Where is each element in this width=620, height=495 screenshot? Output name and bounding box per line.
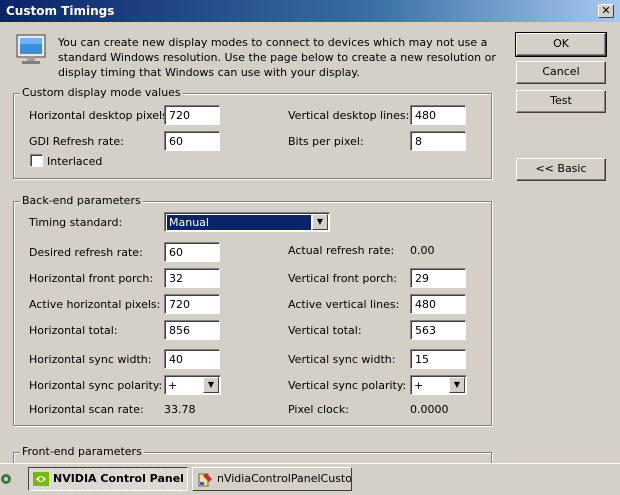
taskbar-item-label: nVidiaControlPanelCusto... — [217, 472, 352, 485]
timing-standard-select[interactable]: Manual ▼ — [164, 212, 330, 232]
h-total-label: Horizontal total: — [29, 324, 118, 337]
custom-timings-dialog: Custom Timings ✕ You can create new disp… — [0, 0, 620, 463]
window-title: Custom Timings — [6, 4, 115, 18]
gdi-refresh-input[interactable]: 60 — [164, 131, 220, 151]
pixel-clock-label: Pixel clock: — [288, 403, 349, 416]
desired-refresh-label: Desired refresh rate: — [29, 246, 143, 259]
h-desktop-pixels-input[interactable]: 720 — [164, 105, 220, 125]
close-icon: ✕ — [601, 4, 611, 17]
actual-refresh-value: 0.00 — [410, 244, 435, 257]
h-desktop-pixels-label: Horizontal desktop pixels: — [29, 109, 172, 122]
h-scan-rate-label: Horizontal scan rate: — [29, 403, 144, 416]
v-total-input[interactable]: 563 — [410, 320, 466, 340]
chevron-down-icon[interactable]: ▼ — [203, 377, 219, 393]
test-button[interactable]: Test — [516, 90, 606, 113]
custom-mode-group-title: Custom display mode values — [20, 86, 183, 99]
title-bar[interactable]: Custom Timings ✕ — [0, 0, 620, 22]
h-sync-width-label: Horizontal sync width: — [29, 353, 152, 366]
desired-refresh-input[interactable]: 60 — [164, 242, 220, 262]
h-front-porch-label: Horizontal front porch: — [29, 272, 154, 285]
bits-per-pixel-input[interactable]: 8 — [410, 131, 466, 151]
taskbar-item-label: NVIDIA Control Panel — [53, 472, 184, 485]
v-front-porch-label: Vertical front porch: — [288, 272, 398, 285]
active-h-pixels-label: Active horizontal pixels: — [29, 298, 161, 311]
chevron-down-icon[interactable]: ▼ — [449, 377, 465, 393]
taskbar-item-paint[interactable]: nVidiaControlPanelCusto... — [192, 467, 352, 491]
interlaced-checkbox[interactable] — [30, 154, 43, 167]
timing-standard-value: Manual — [167, 215, 311, 230]
nvidia-icon — [33, 472, 49, 486]
taskbar: NVIDIA Control Panel nVidiaControlPanelC… — [0, 463, 620, 495]
bits-per-pixel-label: Bits per pixel: — [288, 135, 364, 148]
actual-refresh-label: Actual refresh rate: — [288, 244, 395, 257]
h-sync-polarity-label: Horizontal sync polarity: — [29, 379, 163, 392]
h-sync-polarity-select[interactable]: + ▼ — [164, 375, 221, 395]
v-sync-polarity-value: + — [414, 379, 424, 392]
h-sync-polarity-value: + — [168, 379, 178, 392]
v-sync-width-label: Vertical sync width: — [288, 353, 396, 366]
h-front-porch-input[interactable]: 32 — [164, 268, 220, 288]
v-front-porch-input[interactable]: 29 — [410, 268, 466, 288]
h-scan-rate-value: 33.78 — [164, 403, 196, 416]
close-button[interactable]: ✕ — [598, 4, 614, 18]
tray-icon[interactable] — [0, 471, 14, 487]
intro-text: You can create new display modes to conn… — [58, 36, 496, 79]
interlaced-label: Interlaced — [47, 155, 103, 168]
v-total-label: Vertical total: — [288, 324, 362, 337]
pixel-clock-value: 0.0000 — [410, 403, 449, 416]
frontend-group-title: Front-end parameters — [20, 445, 144, 458]
active-v-lines-input[interactable]: 480 — [410, 294, 466, 314]
gdi-refresh-label: GDI Refresh rate: — [29, 135, 124, 148]
v-sync-polarity-label: Vertical sync polarity: — [288, 379, 407, 392]
h-total-input[interactable]: 856 — [164, 320, 220, 340]
timing-standard-label: Timing standard: — [29, 216, 123, 229]
v-sync-polarity-select[interactable]: + ▼ — [410, 375, 467, 395]
v-sync-width-input[interactable]: 15 — [410, 349, 466, 369]
v-desktop-lines-label: Vertical desktop lines: — [288, 109, 410, 122]
h-sync-width-input[interactable]: 40 — [164, 349, 220, 369]
basic-button[interactable]: << Basic — [516, 158, 606, 181]
taskbar-item-nvidia[interactable]: NVIDIA Control Panel — [28, 467, 188, 491]
monitor-icon — [16, 34, 46, 64]
paint-icon — [198, 473, 212, 487]
active-h-pixels-input[interactable]: 720 — [164, 294, 220, 314]
cancel-button[interactable]: Cancel — [516, 61, 606, 84]
ok-button[interactable]: OK — [515, 32, 607, 57]
v-desktop-lines-input[interactable]: 480 — [410, 105, 466, 125]
chevron-down-icon[interactable]: ▼ — [312, 214, 328, 230]
backend-group-title: Back-end parameters — [20, 194, 143, 207]
active-v-lines-label: Active vertical lines: — [288, 298, 400, 311]
